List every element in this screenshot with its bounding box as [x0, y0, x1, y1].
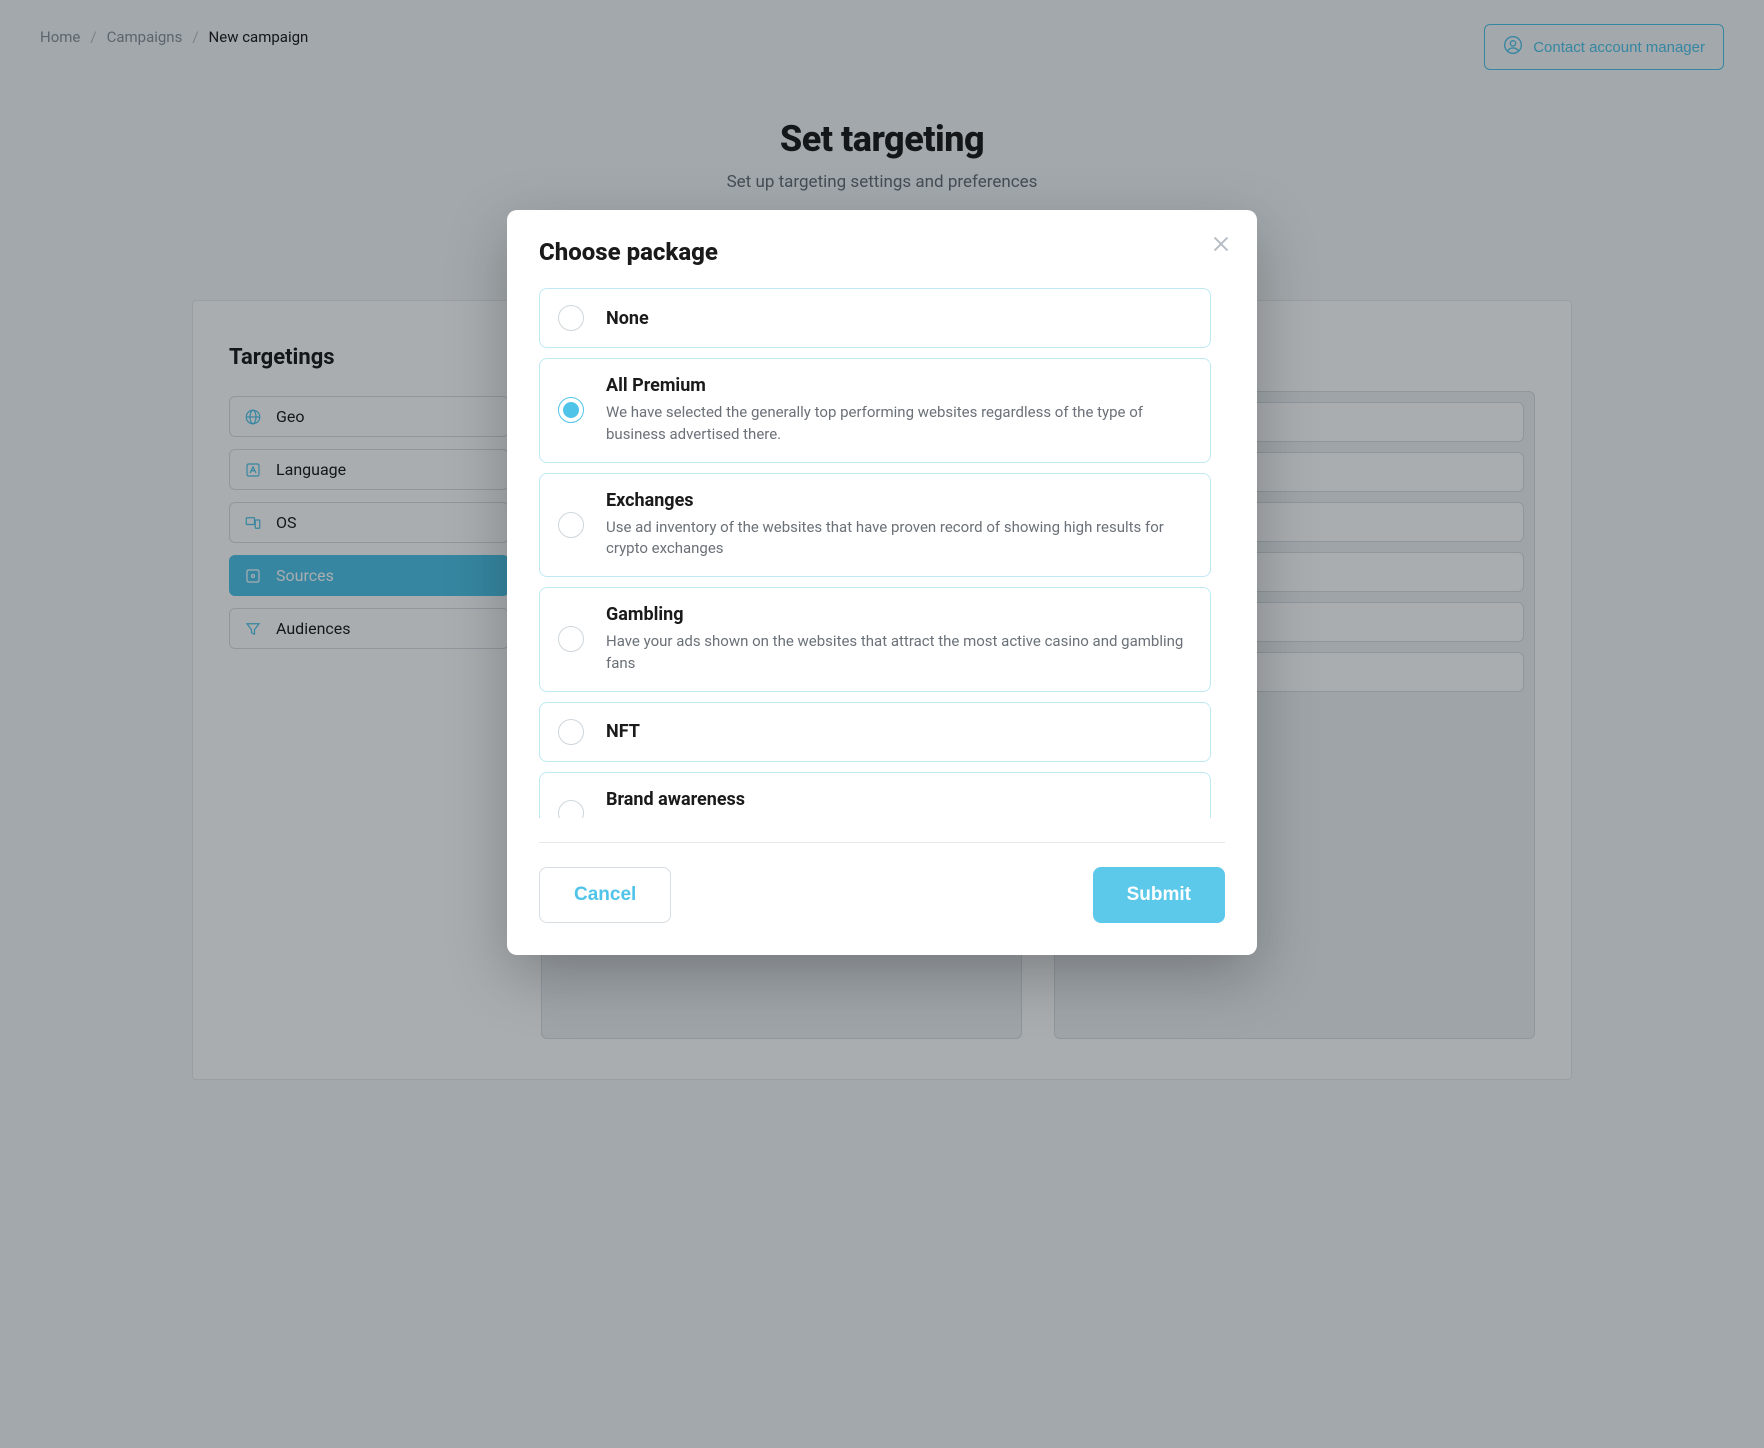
- package-list[interactable]: None All Premium We have selected the gene…: [539, 288, 1225, 818]
- radio-icon: [558, 719, 584, 745]
- cancel-button[interactable]: Cancel: [539, 867, 671, 923]
- close-button[interactable]: [1207, 232, 1235, 260]
- package-desc: Have your ads shown on the websites that…: [606, 631, 1192, 675]
- package-text: Exchanges Use ad inventory of the website…: [606, 490, 1192, 561]
- package-name: All Premium: [606, 375, 1192, 396]
- submit-button[interactable]: Submit: [1093, 867, 1225, 923]
- modal-actions: Cancel Submit: [539, 867, 1225, 923]
- modal-divider: [539, 842, 1225, 843]
- package-name: NFT: [606, 721, 1192, 742]
- package-text: All Premium We have selected the generall…: [606, 375, 1192, 446]
- package-option-brand[interactable]: Brand awareness Run your ad campaign on t…: [539, 772, 1211, 819]
- package-name: None: [606, 308, 1192, 329]
- radio-icon: [558, 397, 584, 423]
- package-option-nft[interactable]: NFT: [539, 702, 1211, 762]
- choose-package-modal: Choose package None All Premium We have se…: [507, 210, 1257, 955]
- radio-icon: [558, 512, 584, 538]
- package-option-gambling[interactable]: Gambling Have your ads shown on the websi…: [539, 587, 1211, 692]
- package-option-none[interactable]: None: [539, 288, 1211, 348]
- package-desc: Use ad inventory of the websites that ha…: [606, 517, 1192, 561]
- package-name: Gambling: [606, 604, 1192, 625]
- modal-overlay[interactable]: Choose package None All Premium We have se…: [0, 0, 1764, 1448]
- package-text: NFT: [606, 721, 1192, 742]
- package-name: Brand awareness: [606, 789, 1192, 810]
- package-desc: Run your ad campaign on the most trendin…: [606, 816, 1192, 819]
- package-text: None: [606, 308, 1192, 329]
- package-desc: We have selected the generally top perfo…: [606, 402, 1192, 446]
- radio-icon: [558, 626, 584, 652]
- radio-icon: [558, 305, 584, 331]
- package-name: Exchanges: [606, 490, 1192, 511]
- radio-icon: [558, 800, 584, 818]
- package-text: Brand awareness Run your ad campaign on t…: [606, 789, 1192, 819]
- close-icon: [1210, 233, 1232, 259]
- modal-title: Choose package: [539, 238, 1225, 266]
- package-option-premium[interactable]: All Premium We have selected the generall…: [539, 358, 1211, 463]
- package-option-exchanges[interactable]: Exchanges Use ad inventory of the website…: [539, 473, 1211, 578]
- package-text: Gambling Have your ads shown on the websi…: [606, 604, 1192, 675]
